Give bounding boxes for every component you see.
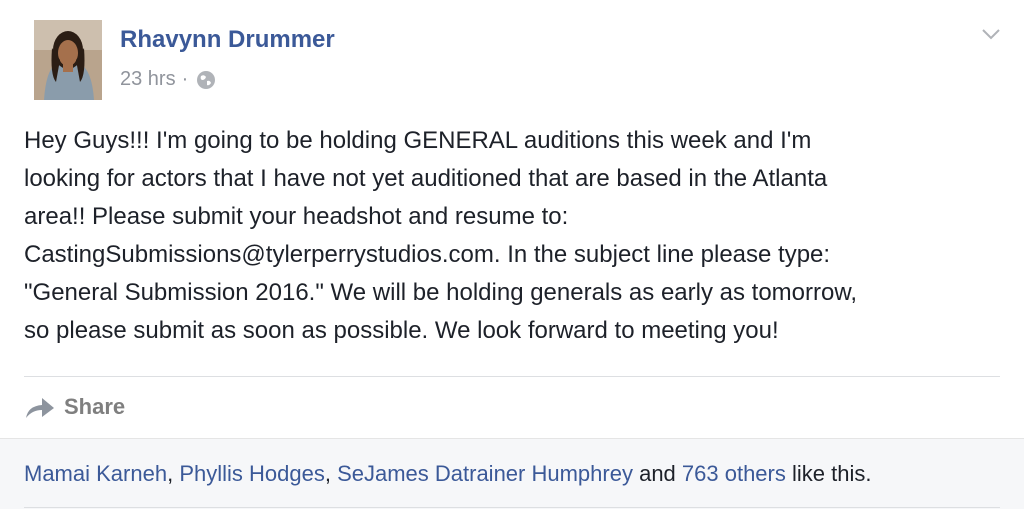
post-timestamp[interactable]: 23 hrs <box>120 68 176 91</box>
liker-link[interactable]: Phyllis Hodges <box>179 461 325 486</box>
share-button[interactable]: Share <box>24 390 125 424</box>
likes-separator: , <box>167 461 180 486</box>
author-name[interactable]: Rhavynn Drummer <box>120 26 335 54</box>
others-link[interactable]: 763 others <box>682 461 786 486</box>
post-header: Rhavynn Drummer 23 hrs · <box>0 0 1024 110</box>
post-body-text: Hey Guys!!! I'm going to be holding GENE… <box>24 127 858 344</box>
avatar[interactable] <box>34 20 102 100</box>
likes-separator: , <box>324 461 338 486</box>
divider <box>24 376 1000 377</box>
profile-photo <box>34 20 102 100</box>
meta-separator: · <box>181 68 189 90</box>
share-label: Share <box>64 394 126 419</box>
post-meta: 23 hrs · <box>120 68 216 91</box>
share-arrow-icon <box>26 398 54 418</box>
liker-link[interactable]: Mamai Karneh <box>24 461 167 486</box>
likes-summary: Mamai Karneh, Phyllis Hodges, SeJames Da… <box>0 438 1024 509</box>
likes-sentence: Mamai Karneh, Phyllis Hodges, SeJames Da… <box>24 461 871 487</box>
likes-tail: like this. <box>785 461 872 486</box>
globe-icon[interactable] <box>196 70 216 90</box>
liker-link[interactable]: SeJames Datrainer Humphrey <box>337 461 633 486</box>
chevron-down-icon[interactable] <box>980 26 1002 42</box>
likes-and: and <box>632 461 682 486</box>
